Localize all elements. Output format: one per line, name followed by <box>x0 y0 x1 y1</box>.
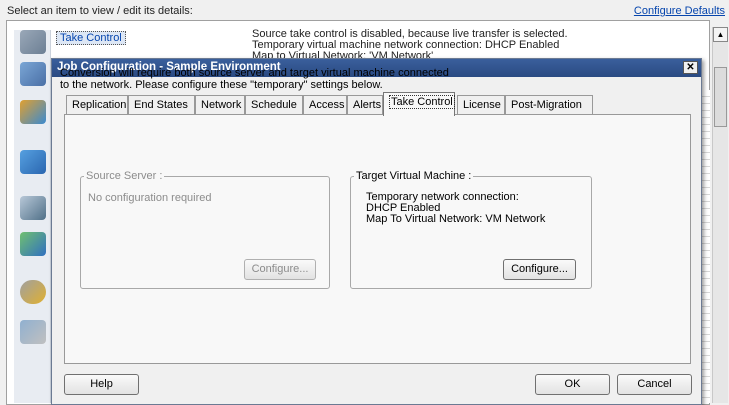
network-icon[interactable] <box>20 100 46 124</box>
component-icon[interactable] <box>20 232 46 256</box>
target-vm-details: Temporary network connection: DHCP Enabl… <box>366 191 546 225</box>
tab-take-control[interactable]: Take Control <box>383 92 455 116</box>
tab-replication[interactable]: Replication <box>66 95 128 115</box>
tab-end-states[interactable]: End States <box>128 95 195 115</box>
ok-button[interactable]: OK <box>535 374 610 395</box>
gear-icon[interactable] <box>20 280 46 304</box>
source-server-message: No configuration required <box>88 192 212 204</box>
source-server-legend: Source Server : <box>86 170 163 182</box>
tab-schedule[interactable]: Schedule <box>245 95 303 115</box>
intro-line-1: Conversion will require both source serv… <box>60 67 449 79</box>
tab-alerts[interactable]: Alerts <box>347 95 383 115</box>
selected-item-take-control[interactable]: Take Control <box>56 31 126 45</box>
vertical-scrollbar[interactable]: ▲ <box>712 27 728 403</box>
tab-post-migration[interactable]: Post-Migration <box>505 95 593 115</box>
source-configure-button[interactable]: Configure... <box>244 259 316 280</box>
monitor-icon[interactable] <box>20 196 46 220</box>
cloud-icon[interactable] <box>20 320 46 344</box>
tab-take-control-label: Take Control <box>389 95 455 109</box>
tab-network[interactable]: Network <box>195 95 245 115</box>
target-configure-button[interactable]: Configure... <box>503 259 576 280</box>
scroll-up-icon[interactable]: ▲ <box>713 27 728 42</box>
configure-defaults-link[interactable]: Configure Defaults <box>634 5 725 17</box>
background-header: Select an item to view / edit its detail… <box>7 5 193 17</box>
scroll-thumb[interactable] <box>714 67 727 127</box>
help-button[interactable]: Help <box>64 374 139 395</box>
close-icon[interactable]: ✕ <box>683 61 698 74</box>
job-icon[interactable] <box>20 62 46 86</box>
server-icon[interactable] <box>20 150 46 174</box>
tab-license[interactable]: License <box>457 95 505 115</box>
target-vm-legend: Target Virtual Machine : <box>356 170 472 182</box>
wrench-icon[interactable] <box>20 30 46 54</box>
cancel-button[interactable]: Cancel <box>617 374 692 395</box>
intro-line-2: to the network. Please configure these "… <box>60 79 383 91</box>
intro-text: Conversion will require both source serv… <box>60 67 449 91</box>
tab-access[interactable]: Access <box>303 95 347 115</box>
